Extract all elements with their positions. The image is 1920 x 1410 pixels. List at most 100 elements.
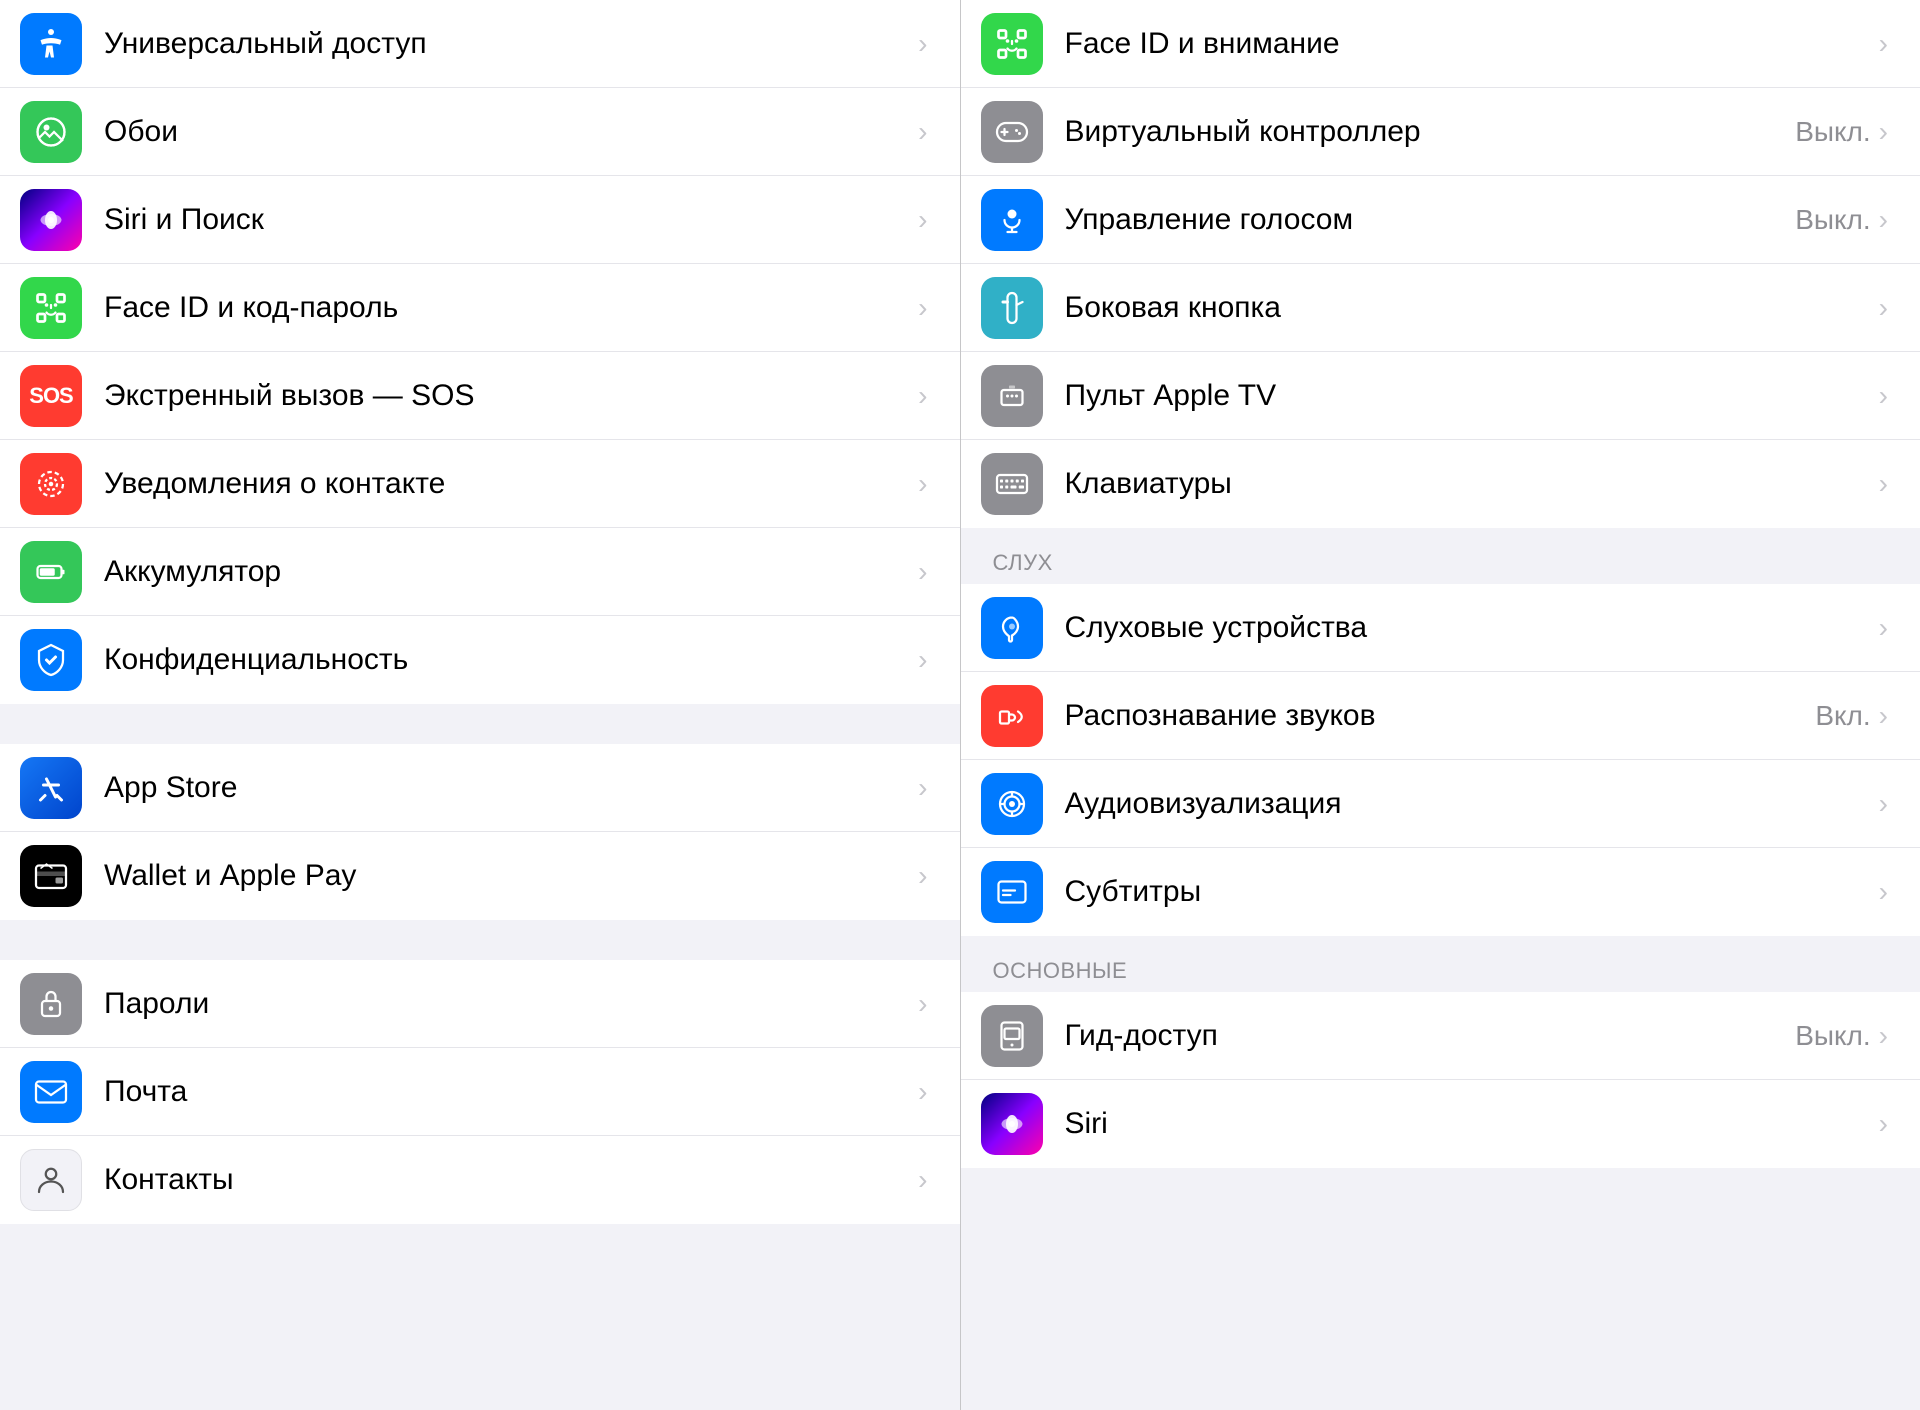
keyboards-icon bbox=[981, 453, 1043, 515]
appstore-icon bbox=[20, 757, 82, 819]
right-settings-group-1: Face ID и внимание › Виртуальный контрол… bbox=[961, 0, 1920, 528]
guided-access-icon bbox=[981, 1005, 1043, 1067]
mail-content: Почта › bbox=[104, 1075, 928, 1109]
guided-access-item[interactable]: Гид-доступ Выкл. › bbox=[961, 992, 1920, 1080]
passwords-content: Пароли › bbox=[104, 987, 928, 1021]
privacy-icon bbox=[20, 629, 82, 691]
wallet-label: Wallet и Apple Pay bbox=[104, 859, 356, 893]
wallpaper-icon bbox=[20, 101, 82, 163]
chevron-icon: › bbox=[918, 556, 927, 588]
face-id-label: Face ID и код-пароль bbox=[104, 291, 398, 325]
apple-tv-item[interactable]: Пульт Apple TV › bbox=[961, 352, 1920, 440]
separator-1 bbox=[0, 704, 960, 744]
chevron-icon: › bbox=[1879, 700, 1888, 732]
mail-label: Почта bbox=[104, 1075, 187, 1109]
chevron-icon: › bbox=[918, 468, 927, 500]
universal-access-icon bbox=[20, 13, 82, 75]
face-id-icon bbox=[20, 277, 82, 339]
battery-content: Аккумулятор › bbox=[104, 555, 928, 589]
keyboards-content: Клавиатуры › bbox=[1065, 467, 1889, 501]
voice-control-label: Управление голосом bbox=[1065, 203, 1354, 237]
gamepad-item[interactable]: Виртуальный контроллер Выкл. › bbox=[961, 88, 1920, 176]
sound-recognition-value: Вкл. bbox=[1815, 700, 1870, 732]
face-id-content: Face ID и код-пароль › bbox=[104, 291, 928, 325]
chevron-icon: › bbox=[918, 1164, 927, 1196]
face-id-item[interactable]: Face ID и код-пароль › bbox=[0, 264, 960, 352]
battery-icon bbox=[20, 541, 82, 603]
contact-notif-label: Уведомления о контакте bbox=[104, 467, 445, 501]
gamepad-content: Виртуальный контроллер Выкл. › bbox=[1065, 115, 1889, 149]
apple-tv-icon bbox=[981, 365, 1043, 427]
passwords-icon bbox=[20, 973, 82, 1035]
sound-recognition-content: Распознавание звуков Вкл. › bbox=[1065, 699, 1889, 733]
siri-right-item[interactable]: Siri › bbox=[961, 1080, 1920, 1168]
audio-vis-label: Аудиовизуализация bbox=[1065, 787, 1342, 821]
privacy-item[interactable]: Конфиденциальность › bbox=[0, 616, 960, 704]
contact-notif-item[interactable]: Уведомления о контакте › bbox=[0, 440, 960, 528]
settings-group-3: Пароли › Почта › Контакты bbox=[0, 960, 960, 1224]
apple-tv-label: Пульт Apple TV bbox=[1065, 379, 1277, 413]
chevron-icon: › bbox=[918, 380, 927, 412]
gamepad-label: Виртуальный контроллер bbox=[1065, 115, 1421, 149]
chevron-icon: › bbox=[918, 772, 927, 804]
face-id-right-icon bbox=[981, 13, 1043, 75]
face-id-right-label: Face ID и внимание bbox=[1065, 27, 1340, 61]
siri-item[interactable]: Siri и Поиск › bbox=[0, 176, 960, 264]
right-settings-group-2: Слуховые устройства › Распознавание звук… bbox=[961, 584, 1920, 936]
sound-recognition-label: Распознавание звуков bbox=[1065, 699, 1376, 733]
sos-content: Экстренный вызов — SOS › bbox=[104, 379, 928, 413]
face-id-right-content: Face ID и внимание › bbox=[1065, 27, 1889, 61]
settings-group-1: Универсальный доступ › Обои › Si bbox=[0, 0, 960, 704]
wallpaper-item[interactable]: Обои › bbox=[0, 88, 960, 176]
sound-recognition-item[interactable]: Распознавание звуков Вкл. › bbox=[961, 672, 1920, 760]
siri-content: Siri и Поиск › bbox=[104, 203, 928, 237]
battery-item[interactable]: Аккумулятор › bbox=[0, 528, 960, 616]
chevron-icon: › bbox=[1879, 876, 1888, 908]
osnovnye-section: ОСНОВНЫЕ bbox=[961, 936, 1920, 992]
privacy-label: Конфиденциальность bbox=[104, 643, 408, 677]
side-button-item[interactable]: Боковая кнопка › bbox=[961, 264, 1920, 352]
chevron-icon: › bbox=[1879, 380, 1888, 412]
separator-2 bbox=[0, 920, 960, 960]
subtitles-icon bbox=[981, 861, 1043, 923]
slukh-section: СЛУХ bbox=[961, 528, 1920, 584]
siri-right-label: Siri bbox=[1065, 1107, 1108, 1141]
chevron-icon: › bbox=[918, 204, 927, 236]
hearing-devices-item[interactable]: Слуховые устройства › bbox=[961, 584, 1920, 672]
face-id-right-item[interactable]: Face ID и внимание › bbox=[961, 0, 1920, 88]
voice-control-item[interactable]: Управление голосом Выкл. › bbox=[961, 176, 1920, 264]
chevron-icon: › bbox=[1879, 28, 1888, 60]
mail-icon bbox=[20, 1061, 82, 1123]
contact-notif-icon bbox=[20, 453, 82, 515]
wallpaper-content: Обои › bbox=[104, 115, 928, 149]
voice-control-value: Выкл. bbox=[1795, 204, 1870, 236]
passwords-item[interactable]: Пароли › bbox=[0, 960, 960, 1048]
side-button-icon bbox=[981, 277, 1043, 339]
chevron-icon: › bbox=[1879, 116, 1888, 148]
hearing-devices-label: Слуховые устройства bbox=[1065, 611, 1368, 645]
sos-icon: SOS bbox=[20, 365, 82, 427]
audio-vis-icon bbox=[981, 773, 1043, 835]
contacts-label: Контакты bbox=[104, 1163, 234, 1197]
hearing-devices-icon bbox=[981, 597, 1043, 659]
universal-access-item[interactable]: Универсальный доступ › bbox=[0, 0, 960, 88]
subtitles-label: Субтитры bbox=[1065, 875, 1202, 909]
subtitles-item[interactable]: Субтитры › bbox=[961, 848, 1920, 936]
chevron-icon: › bbox=[918, 28, 927, 60]
audio-vis-item[interactable]: Аудиовизуализация › bbox=[961, 760, 1920, 848]
side-button-label: Боковая кнопка bbox=[1065, 291, 1281, 325]
sos-item[interactable]: SOS Экстренный вызов — SOS › bbox=[0, 352, 960, 440]
sos-label: Экстренный вызов — SOS bbox=[104, 379, 475, 413]
battery-label: Аккумулятор bbox=[104, 555, 281, 589]
universal-access-content: Универсальный доступ › bbox=[104, 27, 928, 61]
mail-item[interactable]: Почта › bbox=[0, 1048, 960, 1136]
keyboards-item[interactable]: Клавиатуры › bbox=[961, 440, 1920, 528]
gamepad-value: Выкл. bbox=[1795, 116, 1870, 148]
siri-icon bbox=[20, 189, 82, 251]
appstore-item[interactable]: App Store › bbox=[0, 744, 960, 832]
chevron-icon: › bbox=[918, 1076, 927, 1108]
left-column: Универсальный доступ › Обои › Si bbox=[0, 0, 961, 1410]
wallet-item[interactable]: Wallet и Apple Pay › bbox=[0, 832, 960, 920]
contacts-item[interactable]: Контакты › bbox=[0, 1136, 960, 1224]
chevron-icon: › bbox=[1879, 1108, 1888, 1140]
